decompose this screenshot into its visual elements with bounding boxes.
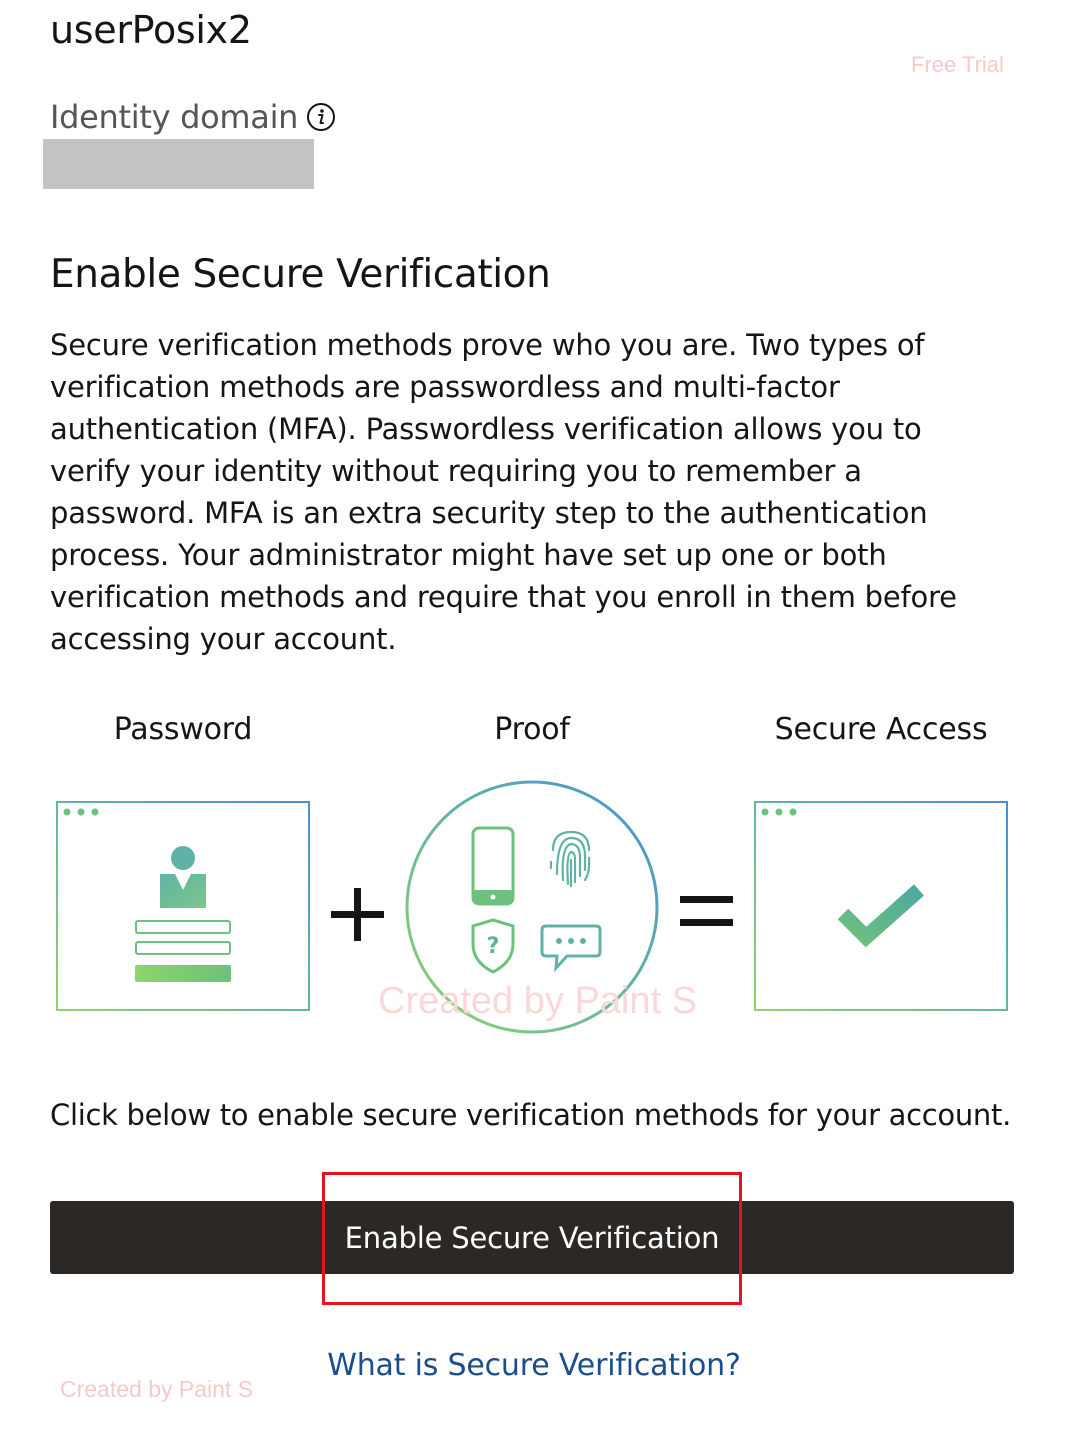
- shield-question-icon: ?: [471, 918, 515, 974]
- diagram-label-secure-access: Secure Access: [774, 712, 988, 747]
- watermark-bottom: Created by Paint S: [60, 1376, 254, 1402]
- password-window-icon: [56, 801, 310, 1011]
- description-text: Secure verification methods prove who yo…: [50, 328, 957, 656]
- identity-domain-text: Identity domain: [50, 98, 299, 136]
- free-trial-watermark: Free Trial: [911, 52, 1004, 77]
- equals-icon: [680, 896, 733, 926]
- username-title: userPosix2: [50, 8, 252, 52]
- fingerprint-icon: [549, 830, 591, 888]
- checkmark-icon: [837, 884, 924, 948]
- identity-domain-value-redacted: [43, 139, 314, 189]
- svg-text:?: ?: [487, 934, 500, 959]
- enable-secure-verification-button[interactable]: Enable Secure Verification: [50, 1201, 1014, 1274]
- chat-icon: [540, 924, 602, 973]
- plus-icon: [331, 888, 384, 941]
- page-heading: Enable Secure Verification: [50, 252, 551, 297]
- watermark-center: Created by Paint S: [378, 980, 697, 1022]
- phone-icon: [471, 826, 515, 906]
- identity-domain-label: Identity domain: [50, 98, 336, 136]
- diagram-label-proof: Proof: [494, 712, 570, 747]
- diagram-label-password: Password: [113, 712, 253, 747]
- secure-access-window-icon: [754, 801, 1008, 1011]
- instruction-text: Click below to enable secure verificatio…: [50, 1098, 1012, 1132]
- info-icon[interactable]: [306, 102, 336, 132]
